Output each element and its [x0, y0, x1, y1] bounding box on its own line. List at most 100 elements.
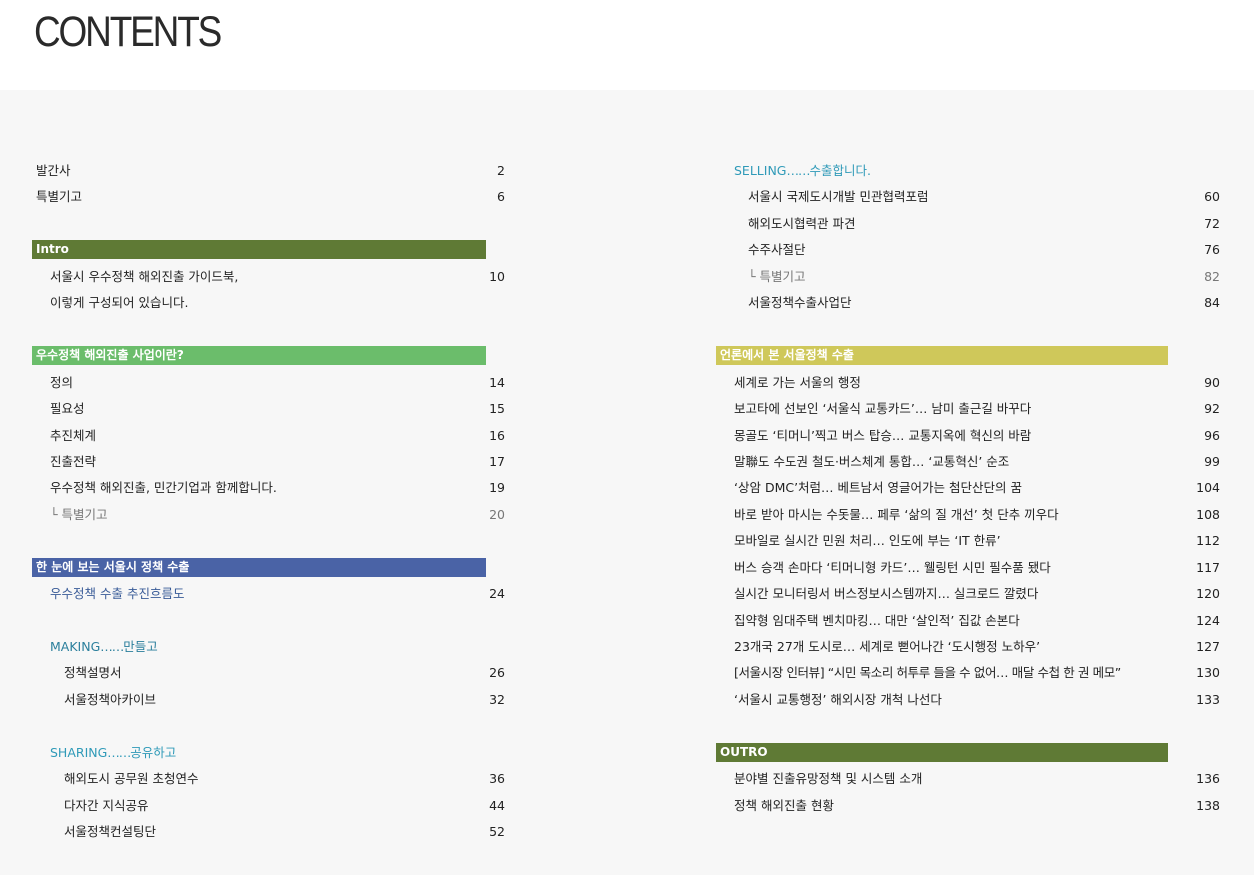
toc-page: 130: [1196, 665, 1220, 680]
section-bar-intro: Intro: [32, 240, 486, 259]
toc-label: 바로 받아 마시는 수돗물… 페루 ‘삶의 질 개선’ 첫 단추 끼우다: [734, 507, 1059, 522]
page-title: CONTENTS: [34, 8, 222, 56]
subsection-en: MAKING: [50, 639, 101, 654]
toc-label: [서울시장 인터뷰] “시민 목소리 허투루 들을 수 없어… 매달 수첩 한 …: [734, 665, 1121, 680]
toc-entry-sub[interactable]: └ 특별기고 82: [748, 266, 1220, 288]
subsection-en: SHARING: [50, 745, 108, 760]
toc-label: 실시간 모니터링서 버스정보시스템까지… 실크로드 깔렸다: [734, 586, 1039, 601]
toc-entry[interactable]: 진출전략 17: [50, 451, 505, 473]
toc-entry-special[interactable]: 특별기고 6: [36, 186, 505, 208]
toc-entry[interactable]: 필요성 15: [50, 398, 505, 420]
toc-page: 90: [1204, 375, 1220, 390]
toc-label: 몽골도 ‘티머니’찍고 버스 탑승… 교통지옥에 혁신의 바람: [734, 428, 1032, 443]
toc-label: 보고타에 선보인 ‘서울식 교통카드’… 남미 출근길 바꾸다: [734, 401, 1032, 416]
toc-page: 76: [1204, 242, 1220, 257]
toc-label: 이렇게 구성되어 있습니다.: [50, 295, 189, 310]
toc-entry[interactable]: 모바일로 실시간 민원 처리… 인도에 부는 ‘IT 한류’ 112: [734, 530, 1220, 552]
toc-label: 우수정책 수출 추진흐름도: [50, 586, 185, 601]
toc-page: 96: [1204, 428, 1220, 443]
toc-label: ‘서울시 교통행정’ 해외시장 개척 나선다: [734, 692, 942, 707]
toc-entry[interactable]: 집약형 임대주택 벤치마킹… 대만 ‘살인적’ 집값 손본다 124: [734, 610, 1220, 632]
toc-page: 120: [1196, 586, 1220, 601]
toc-label: 서울정책수출사업단: [748, 295, 852, 310]
toc-entry[interactable]: 서울정책컨설팅단 52: [64, 821, 505, 843]
toc-entry[interactable]: 해외도시 공무원 초청연수 36: [64, 768, 505, 790]
toc-page: 104: [1196, 480, 1220, 495]
toc-label: └ 특별기고: [748, 269, 806, 284]
toc-entry[interactable]: 서울정책수출사업단 84: [748, 292, 1220, 314]
toc-page: 10: [489, 269, 505, 284]
toc-page: 36: [489, 771, 505, 786]
toc-entry-publisher[interactable]: 발간사 2: [36, 160, 505, 182]
toc-label: 서울정책아카이브: [64, 692, 157, 707]
toc-label: 추진체계: [50, 428, 97, 443]
toc-label: 정책설명서: [64, 665, 122, 680]
toc-label: 모바일로 실시간 민원 처리… 인도에 부는 ‘IT 한류’: [734, 533, 1001, 548]
toc-entry[interactable]: 23개국 27개 도시로… 세계로 뻗어나간 ‘도시행정 노하우’ 127: [734, 636, 1220, 658]
toc-entry[interactable]: 보고타에 선보인 ‘서울식 교통카드’… 남미 출근길 바꾸다 92: [734, 398, 1220, 420]
subsection-dots: ……: [107, 745, 131, 760]
toc-entry[interactable]: [서울시장 인터뷰] “시민 목소리 허투루 들을 수 없어… 매달 수첩 한 …: [734, 662, 1220, 684]
toc-page: 127: [1196, 639, 1220, 654]
subsection-making: MAKING……만들고: [50, 636, 350, 658]
toc-entry[interactable]: 버스 승객 손마다 ‘티머니형 카드’… 웰링턴 시민 필수품 됐다 117: [734, 557, 1220, 579]
toc-label: 진출전략: [50, 454, 97, 469]
toc-entry[interactable]: 정책설명서 26: [64, 662, 505, 684]
section-bar-what: 우수정책 해외진출 사업이란?: [32, 346, 486, 365]
toc-page: 17: [489, 454, 505, 469]
section-bar-media: 언론에서 본 서울정책 수출: [716, 346, 1168, 365]
toc-entry[interactable]: 정의 14: [50, 372, 505, 394]
toc-page: 112: [1196, 533, 1220, 548]
toc-entry-flow[interactable]: 우수정책 수출 추진흐름도 24: [50, 583, 505, 605]
toc-entry[interactable]: ‘상암 DMC’처럼… 베트남서 영글어가는 첨단산단의 꿈 104: [734, 477, 1220, 499]
toc-entry[interactable]: 서울정책아카이브 32: [64, 689, 505, 711]
toc-entry[interactable]: 몽골도 ‘티머니’찍고 버스 탑승… 교통지옥에 혁신의 바람 96: [734, 425, 1220, 447]
toc-page: 124: [1196, 613, 1220, 628]
toc-page: 2: [497, 163, 505, 178]
toc-entry[interactable]: 실시간 모니터링서 버스정보시스템까지… 실크로드 깔렸다 120: [734, 583, 1220, 605]
toc-label: 우수정책 해외진출, 민간기업과 함께합니다.: [50, 480, 277, 495]
toc-entry-sub[interactable]: └ 특별기고 20: [50, 504, 505, 526]
toc-entry[interactable]: ‘서울시 교통행정’ 해외시장 개척 나선다 133: [734, 689, 1220, 711]
subsection-en: SELLING: [734, 163, 787, 178]
toc-label: 집약형 임대주택 벤치마킹… 대만 ‘살인적’ 집값 손본다: [734, 613, 1020, 628]
toc-page: 82: [1204, 269, 1220, 284]
toc-entry[interactable]: 다자간 지식공유 44: [64, 795, 505, 817]
toc-page: 6: [497, 189, 505, 204]
toc-page: 26: [489, 665, 505, 680]
toc-page: 19: [489, 480, 505, 495]
toc-entry[interactable]: 분야별 진출유망정책 및 시스템 소개 136: [734, 768, 1220, 790]
toc-entry-intro-line2: 이렇게 구성되어 있습니다.: [50, 292, 505, 314]
toc-page: 117: [1196, 560, 1220, 575]
toc-label: 다자간 지식공유: [64, 798, 149, 813]
toc-entry[interactable]: 바로 받아 마시는 수돗물… 페루 ‘삶의 질 개선’ 첫 단추 끼우다 108: [734, 504, 1220, 526]
toc-entry[interactable]: 우수정책 해외진출, 민간기업과 함께합니다. 19: [50, 477, 505, 499]
toc-page: 108: [1196, 507, 1220, 522]
subsection-ko: 공유하고: [130, 745, 177, 760]
toc-page: 92: [1204, 401, 1220, 416]
toc-entry[interactable]: 서울시 국제도시개발 민관협력포럼 60: [748, 186, 1220, 208]
toc-entry[interactable]: 추진체계 16: [50, 425, 505, 447]
toc-entry[interactable]: 정책 해외진출 현황 138: [734, 795, 1220, 817]
toc-entry-intro[interactable]: 서울시 우수정책 해외진출 가이드북, 10: [50, 266, 505, 288]
toc-entry[interactable]: 말聯도 수도권 철도·버스체계 통합… ‘교통혁신’ 순조 99: [734, 451, 1220, 473]
toc-page: 15: [489, 401, 505, 416]
toc-page: 138: [1196, 798, 1220, 813]
toc-page: 136: [1196, 771, 1220, 786]
subsection-dots: ……: [786, 163, 810, 178]
toc-page: 72: [1204, 216, 1220, 231]
toc-label: 말聯도 수도권 철도·버스체계 통합… ‘교통혁신’ 순조: [734, 454, 1010, 469]
toc-label: 서울시 우수정책 해외진출 가이드북,: [50, 269, 239, 284]
toc-entry[interactable]: 수주사절단 76: [748, 239, 1220, 261]
subsection-ko: 만들고: [123, 639, 158, 654]
page-header: CONTENTS: [0, 0, 1254, 90]
subsection-ko: 수출합니다.: [809, 163, 871, 178]
toc-entry[interactable]: 세계로 가는 서울의 행정 90: [734, 372, 1220, 394]
toc-page: 52: [489, 824, 505, 839]
section-bar-outro: OUTRO: [716, 743, 1168, 762]
toc-page: 32: [489, 692, 505, 707]
toc-entry[interactable]: 해외도시협력관 파견 72: [748, 213, 1220, 235]
toc-label: 서울시 국제도시개발 민관협력포럼: [748, 189, 929, 204]
toc-page: 84: [1204, 295, 1220, 310]
subsection-selling: SELLING……수출합니다.: [734, 160, 1034, 182]
